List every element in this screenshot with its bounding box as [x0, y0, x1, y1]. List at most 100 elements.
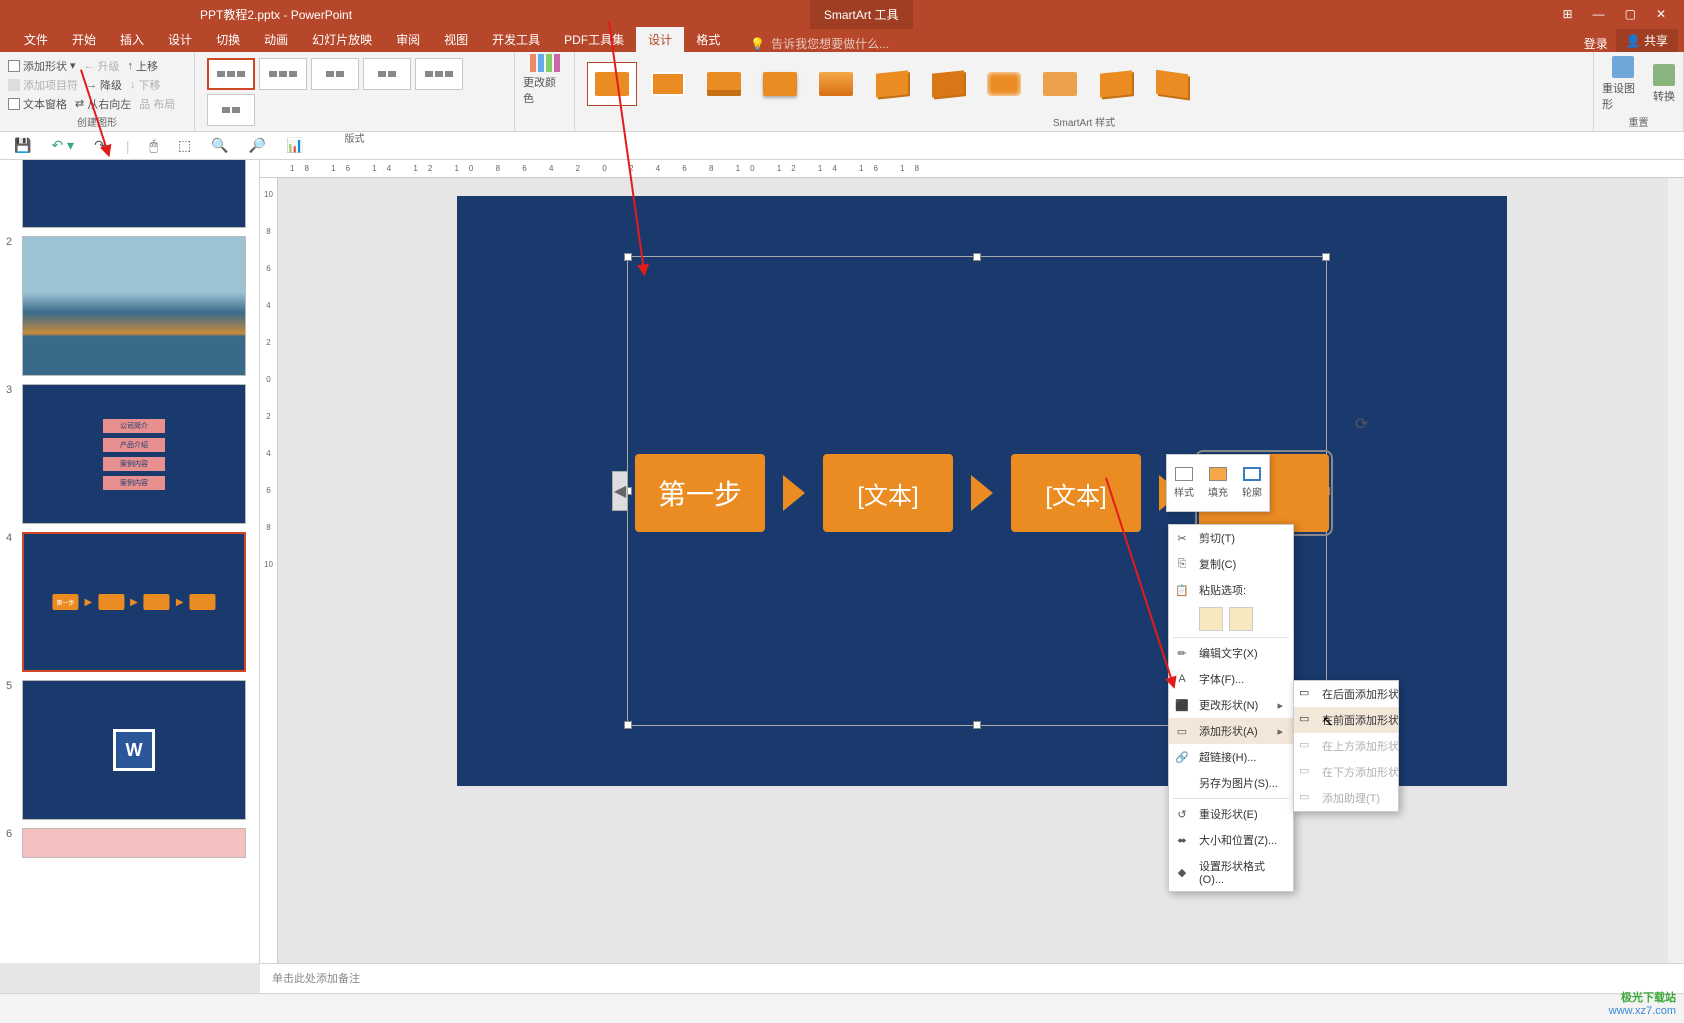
share-button[interactable]: 👤 共享 — [1616, 29, 1678, 52]
tab-review[interactable]: 审阅 — [384, 27, 432, 52]
layout-button[interactable]: 品 布局 — [139, 96, 175, 112]
submenu-add-above[interactable]: ▭在上方添加形状(V — [1294, 733, 1398, 759]
minimize-button[interactable]: — — [1593, 7, 1605, 21]
ctx-add-shape[interactable]: ▭添加形状(A)▸ — [1169, 718, 1293, 744]
tab-smartart-format[interactable]: 格式 — [684, 27, 732, 52]
mouse-mode-button[interactable]: 🖱 — [149, 137, 157, 154]
text-pane-toggle[interactable]: ◀ — [612, 471, 628, 511]
resize-handle[interactable] — [973, 721, 981, 729]
undo-button[interactable]: ↶ ▾ — [51, 137, 74, 154]
mini-fill-button[interactable]: 填充 — [1201, 455, 1235, 511]
ctx-copy[interactable]: ⎘复制(C) — [1169, 551, 1293, 577]
style-option[interactable] — [755, 62, 805, 106]
resize-handle[interactable] — [973, 253, 981, 261]
slide-thumbnail-2[interactable] — [22, 236, 246, 376]
mini-outline-button[interactable]: 轮廓 — [1235, 455, 1269, 511]
ribbon-options-button[interactable]: ⊞ — [1563, 7, 1573, 21]
ribbon: 添加形状 ▾ ← 升级 ↑ 上移 添加项目符 → 降级 ↓ 下移 文本窗格 ⇄ … — [0, 52, 1684, 132]
resize-handle[interactable] — [1322, 253, 1330, 261]
add-bullet-button[interactable]: 添加项目符 — [8, 77, 78, 93]
reset-graphic-button[interactable]: 重设图形 — [1602, 56, 1643, 112]
ctx-cut[interactable]: ✂剪切(T) — [1169, 525, 1293, 551]
layout-option[interactable] — [259, 58, 307, 90]
login-button[interactable]: 登录 — [1584, 35, 1616, 52]
style-option[interactable] — [1147, 62, 1197, 106]
move-down-button[interactable]: ↓ 下移 — [130, 77, 161, 93]
style-option[interactable] — [699, 62, 749, 106]
slide-thumbnail-6[interactable] — [22, 828, 246, 858]
demote-button[interactable]: → 降级 — [86, 77, 122, 93]
slide-thumbnail-5[interactable]: W — [22, 680, 246, 820]
vertical-scrollbar[interactable] — [1668, 178, 1684, 963]
style-option[interactable] — [643, 62, 693, 106]
style-option[interactable] — [867, 62, 917, 106]
link-icon: 🔗 — [1175, 750, 1189, 764]
qat-item[interactable]: ⬚ — [178, 137, 191, 154]
paste-option[interactable] — [1229, 607, 1253, 631]
tab-animation[interactable]: 动画 — [252, 27, 300, 52]
rtl-button[interactable]: ⇄ 从右向左 — [75, 96, 131, 112]
tab-dev[interactable]: 开发工具 — [480, 27, 552, 52]
tab-view[interactable]: 视图 — [432, 27, 480, 52]
tab-slideshow[interactable]: 幻灯片放映 — [300, 27, 384, 52]
move-up-button[interactable]: ↑ 上移 — [128, 58, 159, 74]
style-option[interactable] — [979, 62, 1029, 106]
style-option[interactable] — [1035, 62, 1085, 106]
tell-me-box[interactable]: 💡 告诉我您想要做什么... — [750, 35, 889, 52]
ctx-change-shape[interactable]: ⬛更改形状(N)▸ — [1169, 692, 1293, 718]
qat-item[interactable]: 🔎 — [249, 137, 266, 154]
tab-pdf[interactable]: PDF工具集 — [552, 27, 636, 52]
arrow-icon — [971, 475, 993, 511]
style-option[interactable] — [1091, 62, 1141, 106]
ctx-edit-text[interactable]: ✏编辑文字(X) — [1169, 640, 1293, 666]
tab-file[interactable]: 文件 — [12, 27, 60, 52]
tab-design[interactable]: 设计 — [156, 27, 204, 52]
mini-style-button[interactable]: 样式 — [1167, 455, 1201, 511]
ctx-hyperlink[interactable]: 🔗超链接(H)... — [1169, 744, 1293, 770]
ctx-format-shape[interactable]: ◆设置形状格式(O)... — [1169, 853, 1293, 891]
slide-thumbnail-1[interactable] — [22, 160, 246, 228]
text-pane-button[interactable]: 文本窗格 — [8, 96, 67, 112]
promote-button[interactable]: ← 升级 — [84, 58, 120, 74]
qat-item[interactable]: 🔍 — [211, 137, 228, 154]
add-shape-button[interactable]: 添加形状 ▾ — [8, 58, 76, 74]
tab-transition[interactable]: 切换 — [204, 27, 252, 52]
paste-option[interactable] — [1199, 607, 1223, 631]
slide-thumbnail-4[interactable]: 第一步▶ ▶ ▶ — [22, 532, 246, 672]
rotate-handle[interactable]: ⟳ — [1355, 414, 1375, 434]
ctx-size-position[interactable]: ⬌大小和位置(Z)... — [1169, 827, 1293, 853]
submenu-add-assistant[interactable]: ▭添加助理(T) — [1294, 785, 1398, 811]
layout-option[interactable] — [363, 58, 411, 90]
style-option[interactable] — [923, 62, 973, 106]
maximize-button[interactable]: ▢ — [1625, 7, 1636, 21]
tab-home[interactable]: 开始 — [60, 27, 108, 52]
process-step-3[interactable]: [文本] — [1011, 454, 1141, 532]
slide-thumbnails[interactable]: 1 2 3 公司简介 产品介绍 案例内容 案例内容 4 第一步▶ ▶ ▶ — [0, 160, 260, 963]
title-bar: PPT教程2.pptx - PowerPoint SmartArt 工具 ⊞ —… — [0, 0, 1684, 28]
ctx-save-as-picture[interactable]: 另存为图片(S)... — [1169, 770, 1293, 796]
layout-option[interactable] — [415, 58, 463, 90]
change-colors-button[interactable]: 更改颜色 — [523, 54, 566, 129]
layout-option[interactable] — [207, 58, 255, 90]
notes-pane[interactable]: 单击此处添加备注 — [260, 963, 1684, 993]
submenu-add-below[interactable]: ▭在下方添加形状(W — [1294, 759, 1398, 785]
resize-handle[interactable] — [624, 721, 632, 729]
tab-insert[interactable]: 插入 — [108, 27, 156, 52]
style-option[interactable] — [587, 62, 637, 106]
convert-button[interactable]: 转换 — [1653, 64, 1675, 104]
layout-option[interactable] — [207, 94, 255, 126]
style-option[interactable] — [811, 62, 861, 106]
resize-handle[interactable] — [624, 253, 632, 261]
qat-item[interactable]: 📊 — [286, 137, 303, 154]
submenu-add-after[interactable]: ▭在后面添加形状(A — [1294, 681, 1398, 707]
save-button[interactable]: 💾 — [14, 137, 31, 154]
process-step-2[interactable]: [文本] — [823, 454, 953, 532]
slide-thumbnail-3[interactable]: 公司简介 产品介绍 案例内容 案例内容 — [22, 384, 246, 524]
ctx-font[interactable]: A字体(F)... — [1169, 666, 1293, 692]
close-button[interactable]: ✕ — [1656, 7, 1666, 21]
layout-option[interactable] — [311, 58, 359, 90]
process-step-1[interactable]: 第一步 — [635, 454, 765, 532]
submenu-add-before[interactable]: ▭在前面添加形状(B — [1294, 707, 1398, 733]
ctx-reset-shape[interactable]: ↺重设形状(E) — [1169, 801, 1293, 827]
tab-smartart-design[interactable]: 设计 — [636, 27, 684, 52]
